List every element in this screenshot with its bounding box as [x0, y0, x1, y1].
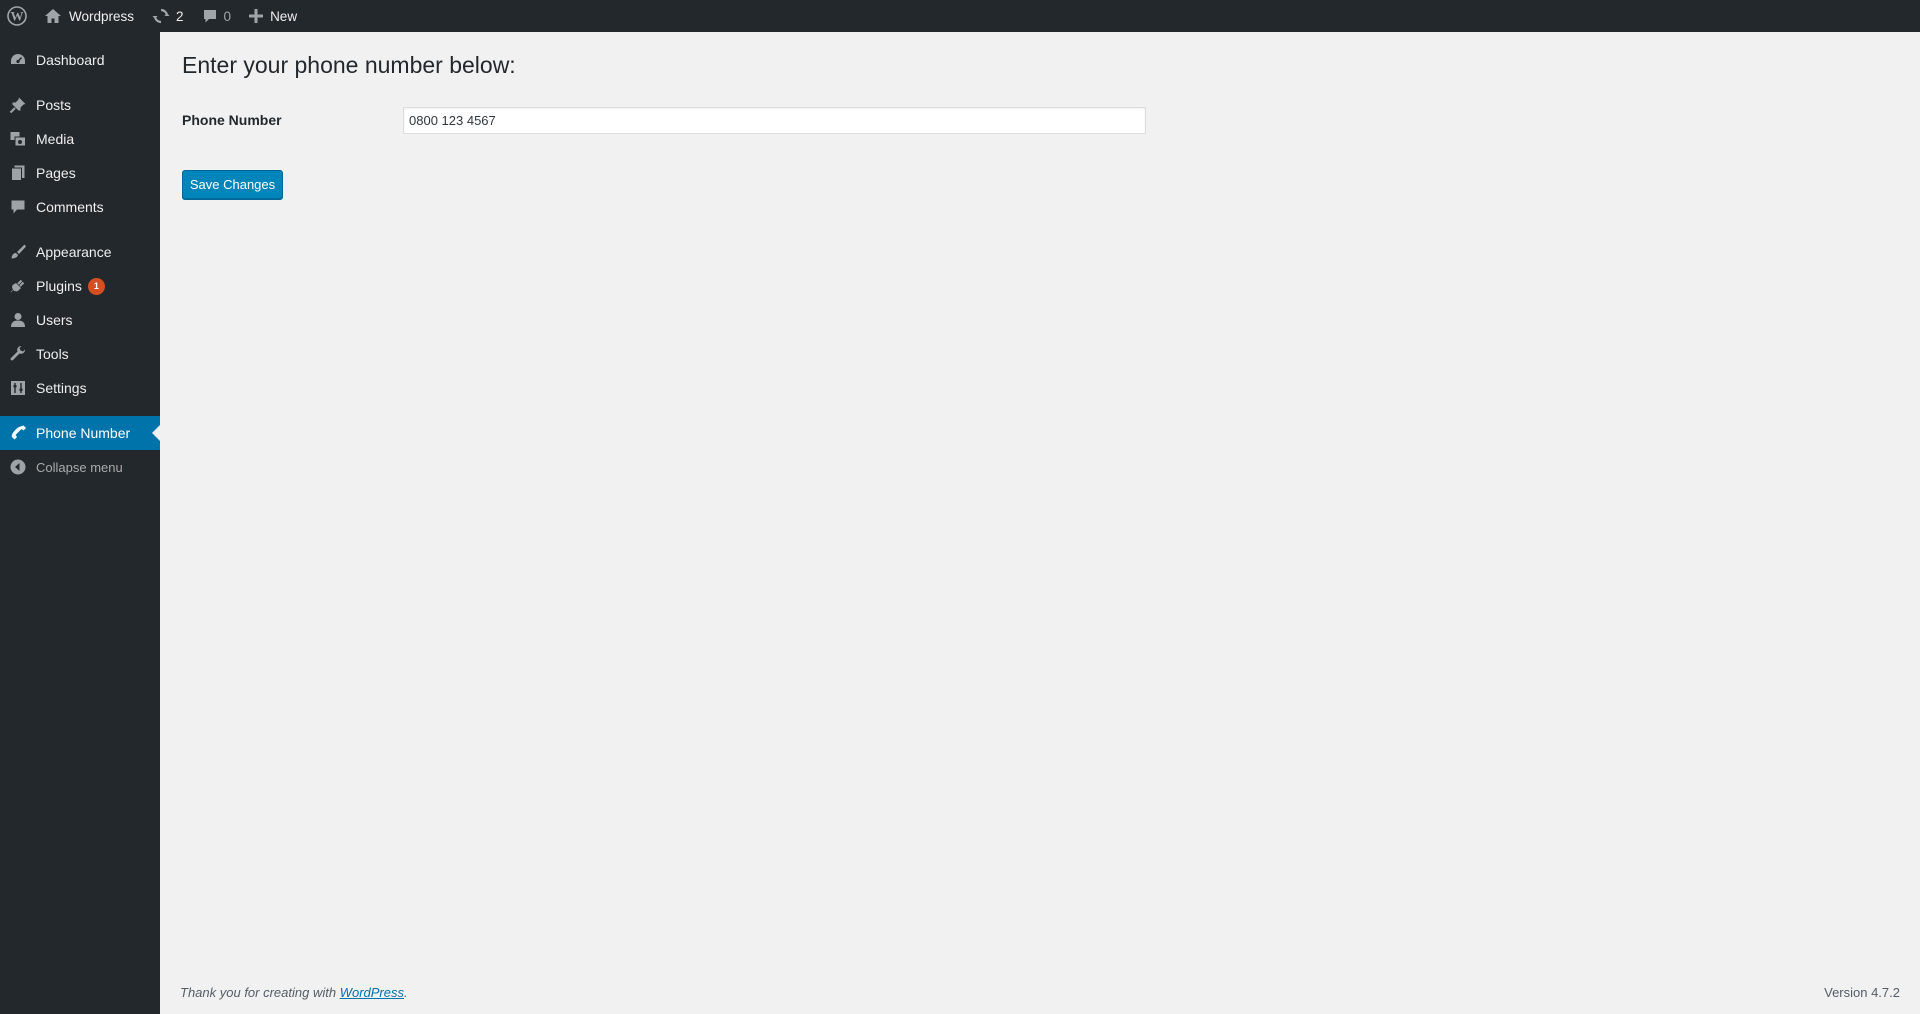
sidebar-item-comments[interactable]: Comments	[0, 190, 160, 224]
save-changes-button[interactable]: Save Changes	[182, 170, 283, 199]
sidebar-item-users[interactable]: Users	[0, 303, 160, 337]
sidebar-item-dashboard[interactable]: Dashboard	[0, 43, 160, 77]
footer-thank-you-suffix: .	[404, 985, 408, 1000]
new-content-link[interactable]: New	[240, 0, 306, 32]
updates-count: 2	[176, 8, 184, 24]
wordpress-link[interactable]: WordPress	[340, 985, 404, 1000]
sidebar-item-label: Phone Number	[36, 425, 131, 441]
sidebar-item-phone-number[interactable]: Phone Number	[0, 416, 160, 450]
sidebar-item-label: Collapse menu	[36, 459, 123, 475]
collapse-menu-button[interactable]: Collapse menu	[0, 450, 160, 484]
page-title: Enter your phone number below:	[182, 52, 516, 78]
sidebar-item-label: Media	[36, 131, 75, 147]
settings-sliders-icon	[0, 371, 36, 405]
admin-bar: W Wordpress 2 0 New	[0, 0, 1920, 32]
home-icon	[44, 8, 62, 24]
sidebar-item-pages[interactable]: Pages	[0, 156, 160, 190]
sidebar-item-label: Settings	[36, 380, 87, 396]
wordpress-logo-menu[interactable]: W	[0, 0, 35, 32]
sidebar-item-label: Plugins	[36, 278, 82, 294]
comments-link[interactable]: 0	[193, 0, 241, 32]
sidebar-item-label: Posts	[36, 97, 72, 113]
sidebar-item-plugins[interactable]: Plugins 1	[0, 269, 160, 303]
wrench-icon	[0, 337, 36, 371]
phone-number-input[interactable]	[403, 107, 1146, 134]
site-name: Wordpress	[69, 8, 135, 24]
svg-text:W: W	[11, 9, 24, 24]
sidebar-item-label: Users	[36, 312, 73, 328]
sidebar-item-media[interactable]: Media	[0, 122, 160, 156]
plugin-icon	[0, 269, 36, 303]
user-icon	[0, 303, 36, 337]
new-label: New	[270, 8, 298, 24]
sidebar-item-label: Tools	[36, 346, 69, 362]
sidebar-item-label: Comments	[36, 199, 104, 215]
comments-count: 0	[223, 8, 232, 24]
footer-thank-you-prefix: Thank you for creating with	[180, 985, 340, 1000]
main-content: Enter your phone number below: Phone Num…	[160, 32, 1920, 1014]
footer-version: Version 4.7.2	[1824, 985, 1900, 1000]
footer-thank-you: Thank you for creating with WordPress.	[180, 985, 408, 1000]
phone-number-label: Phone Number	[182, 112, 282, 128]
sidebar-item-posts[interactable]: Posts	[0, 88, 160, 122]
admin-sidebar-menu: Dashboard Posts Media Pages Comments App…	[0, 32, 160, 1014]
dashboard-icon	[0, 43, 36, 77]
updates-link[interactable]: 2	[143, 0, 193, 32]
sidebar-item-settings[interactable]: Settings	[0, 371, 160, 405]
wordpress-logo-icon: W	[7, 6, 27, 26]
sidebar-item-label: Dashboard	[36, 52, 105, 68]
sidebar-item-label: Pages	[36, 165, 76, 181]
plus-icon	[249, 9, 264, 23]
pushpin-icon	[0, 88, 36, 122]
sidebar-item-label: Appearance	[36, 244, 112, 260]
collapse-arrow-icon	[0, 450, 36, 484]
comment-bubble-icon	[202, 8, 218, 24]
comment-bubble-icon	[0, 190, 36, 224]
updates-icon	[152, 7, 170, 25]
media-icon	[0, 122, 36, 156]
pages-icon	[0, 156, 36, 190]
sidebar-item-appearance[interactable]: Appearance	[0, 235, 160, 269]
site-name-link[interactable]: Wordpress	[35, 0, 143, 32]
phone-icon	[0, 416, 36, 450]
plugins-update-badge: 1	[87, 277, 105, 295]
sidebar-item-tools[interactable]: Tools	[0, 337, 160, 371]
paintbrush-icon	[0, 235, 36, 269]
